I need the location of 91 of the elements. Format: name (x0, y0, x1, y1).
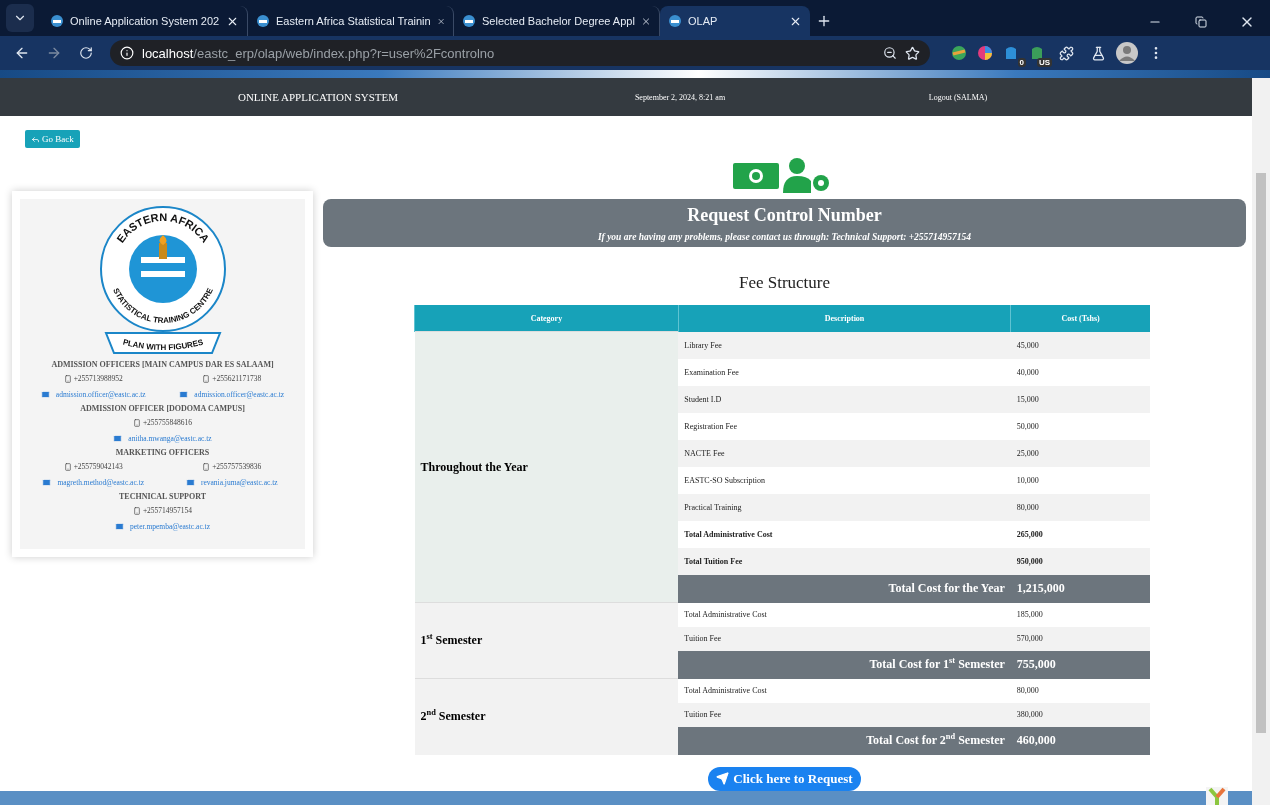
description-cell: Total Administrative Cost (678, 520, 1011, 548)
cost-cell: 570,000 (1010, 626, 1150, 651)
column-header: Category (414, 305, 679, 332)
description-cell: Tuition Fee (678, 702, 1011, 727)
cost-cell: 50,000 (1010, 412, 1150, 440)
site-favicon-icon (462, 14, 476, 28)
extension-icon (1030, 45, 1044, 61)
total-label-cell: Total Cost for the Year (678, 574, 1011, 603)
go-back-button[interactable]: Go Back (25, 130, 80, 148)
phone-icon (63, 462, 72, 471)
color-wheel-extension-icon[interactable] (977, 45, 993, 61)
mail-icon (115, 522, 124, 531)
extension-badge: 0 (1017, 58, 1026, 67)
cost-cell: 25,000 (1010, 439, 1150, 467)
url-text: localhost/eastc_erp/olap/web/index.php?r=user%2Fcontrolno (142, 45, 496, 61)
address-bar[interactable]: localhost/eastc_erp/olap/web/index.php?r=user%2Fcontrolno (110, 40, 930, 66)
cost-cell: 80,000 (1010, 493, 1150, 521)
framework-logo-icon (1206, 787, 1228, 805)
description-cell: Practical Training (678, 493, 1011, 521)
description-cell: NACTE Fee (678, 439, 1011, 467)
extension-icon (1004, 45, 1018, 61)
logout-link[interactable]: Logout (SALMA) (892, 92, 1024, 102)
browser-tab[interactable]: OLAP (660, 6, 810, 36)
description-cell: Student I.D (678, 385, 1011, 413)
contact-heading: ADMISSION OFFICERS [MAIN CAMPUS DAR ES SALAAM] (51, 360, 274, 369)
date-time: September 2, 2024, 8:21 am (633, 92, 727, 102)
bookmark-star-icon[interactable] (905, 45, 920, 61)
cost-cell: 15,000 (1010, 385, 1150, 413)
system-title: ONLINE APPLICATION SYSTEM (236, 91, 400, 103)
total-cost-cell: 1,215,000 (1010, 574, 1150, 603)
cost-cell: 950,000 (1010, 547, 1150, 575)
cost-cell: 265,000 (1010, 520, 1150, 548)
zoom-out-icon[interactable] (883, 46, 897, 60)
phone-icon (132, 506, 141, 515)
reload-icon[interactable] (79, 46, 93, 60)
description-cell: Examination Fee (678, 358, 1011, 386)
globe-extension-icon[interactable] (951, 45, 967, 61)
flask-icon[interactable] (1090, 45, 1106, 61)
contact-heading: TECHNICAL SUPPORT (118, 492, 207, 501)
plus-icon[interactable] (816, 13, 832, 29)
total-label-cell: Total Cost for 2$^{nd}$ Semester (678, 726, 1011, 755)
forward-arrow-icon[interactable] (46, 45, 62, 61)
banner-subtitle: If you are having any problems, please contact us through: Technical Support: +255714957154 (597, 231, 972, 242)
contact-heading: ADMISSION OFFICER [DODOMA CAMPUS] (80, 404, 245, 413)
description-cell: Total Tuition Fee (678, 547, 1011, 575)
tab-title: Selected Bachelor Degree Appl (482, 15, 635, 27)
column-header: Description (678, 305, 1011, 332)
column-header: Cost (Tshs) (1010, 305, 1150, 332)
description-cell: Library Fee (678, 331, 1011, 359)
phone-icon (63, 374, 72, 383)
site-favicon-icon (668, 14, 682, 28)
info-icon[interactable] (120, 46, 134, 60)
mail-icon (185, 478, 195, 487)
paper-plane-icon (716, 772, 730, 785)
avatar-icon[interactable] (1116, 42, 1138, 64)
mail-icon (113, 434, 123, 443)
tab-title: OLAP (688, 15, 719, 27)
extension-badge: US (1036, 58, 1052, 67)
total-cost-cell: 755,000 (1010, 650, 1150, 679)
restore-icon[interactable] (1195, 16, 1207, 28)
description-cell: Registration Fee (678, 412, 1011, 440)
cost-cell: 40,000 (1010, 358, 1150, 386)
reply-arrow-icon (31, 134, 40, 144)
category-cell: 2$^{nd}$ Semester (414, 678, 679, 755)
tab-title: Online Application System 202 (70, 15, 220, 27)
total-cost-cell: 460,000 (1010, 726, 1150, 755)
category-cell: Throughout the Year (414, 331, 679, 603)
contact-heading: MARKETING OFFICERS (115, 448, 210, 457)
phone-icon (202, 462, 211, 471)
request-button[interactable]: Click here to Request (708, 766, 861, 791)
mail-icon (42, 478, 52, 487)
total-label-cell: Total Cost for 1$^{st}$ Semester (678, 650, 1011, 679)
cost-cell: 10,000 (1010, 466, 1150, 494)
mail-icon (40, 390, 50, 399)
fee-structure-title: Fee Structure (738, 273, 831, 293)
tab-title: Eastern Africa Statistical Trainin (276, 15, 431, 27)
site-favicon-icon (256, 14, 270, 28)
cost-cell: 45,000 (1010, 331, 1150, 359)
description-cell: Total Administrative Cost (678, 678, 1011, 703)
site-favicon-icon (50, 14, 64, 28)
cost-cell: 380,000 (1010, 702, 1150, 727)
phone-icon (132, 418, 141, 427)
category-cell: 1$^{st}$ Semester (414, 602, 679, 679)
banner-title: Request Control Number (687, 204, 882, 226)
mail-icon (179, 390, 189, 399)
scrollbar[interactable] (1252, 78, 1270, 805)
description-cell: EASTC-SO Subscription (678, 466, 1011, 494)
phone-icon (202, 374, 211, 383)
description-cell: Total Administrative Cost (678, 602, 1011, 627)
extensions-puzzle-icon[interactable] (1058, 45, 1074, 61)
description-cell: Tuition Fee (678, 626, 1011, 651)
